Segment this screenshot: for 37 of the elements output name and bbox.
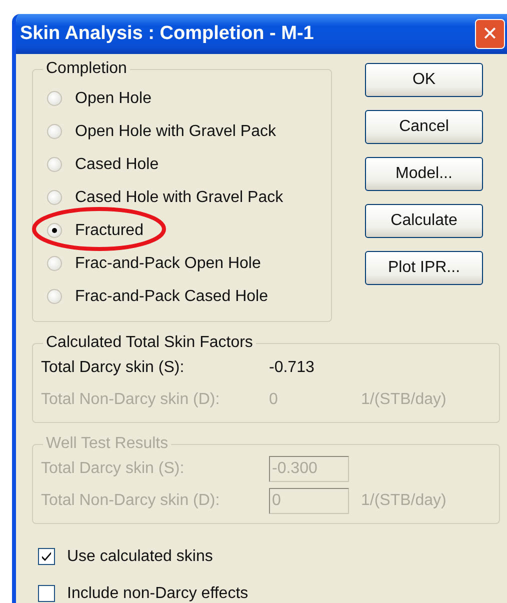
- radio-button[interactable]: [47, 223, 62, 238]
- option-label: Open Hole: [75, 90, 152, 108]
- radio-button[interactable]: [47, 256, 62, 271]
- dialog-button[interactable]: OK: [365, 63, 483, 97]
- dialog-button[interactable]: Model...: [365, 157, 483, 191]
- radio-button[interactable]: [47, 157, 62, 172]
- field-label: Total Non-Darcy skin (D):: [41, 391, 221, 409]
- dialog-button[interactable]: Calculate: [365, 204, 483, 238]
- checkbox-label: Use calculated skins: [67, 548, 213, 566]
- close-button[interactable]: ✕: [475, 19, 505, 49]
- option-label: Frac-and-Pack Cased Hole: [75, 288, 268, 306]
- unit-label: 1/(STB/day): [361, 391, 446, 409]
- field-label: Total Darcy skin (S):: [41, 460, 186, 478]
- option-label: Cased Hole with Gravel Pack: [75, 188, 284, 206]
- checkbox-label: Include non-Darcy effects: [67, 584, 248, 602]
- option-label: Fractured: [75, 222, 144, 240]
- checkbox[interactable]: [38, 548, 55, 565]
- value-text: -0.713: [269, 359, 316, 377]
- option-label: Open Hole with Gravel Pack: [75, 122, 276, 140]
- group-title: Completion: [45, 60, 128, 78]
- value-text: 0: [269, 391, 279, 409]
- dialog-button[interactable]: Cancel: [365, 110, 483, 144]
- group-title: Calculated Total Skin Factors: [45, 334, 254, 352]
- option-label: Frac-and-Pack Open Hole: [75, 254, 261, 272]
- radio-button[interactable]: [47, 190, 62, 205]
- radio-button[interactable]: [47, 124, 62, 139]
- checkbox[interactable]: [38, 585, 55, 602]
- radio-button[interactable]: [47, 289, 62, 304]
- radio-button[interactable]: [47, 91, 62, 106]
- group-title: Well Test Results: [45, 435, 170, 453]
- field-label: Total Non-Darcy skin (D):: [41, 492, 221, 510]
- option-label: Cased Hole: [75, 156, 159, 174]
- dialog-button[interactable]: Plot IPR...: [365, 251, 483, 285]
- field-label: Total Darcy skin (S):: [41, 359, 186, 377]
- checkmark-icon: [41, 551, 52, 562]
- window-title: Skin Analysis : Completion - M-1: [20, 23, 314, 45]
- unit-label: 1/(STB/day): [361, 492, 446, 510]
